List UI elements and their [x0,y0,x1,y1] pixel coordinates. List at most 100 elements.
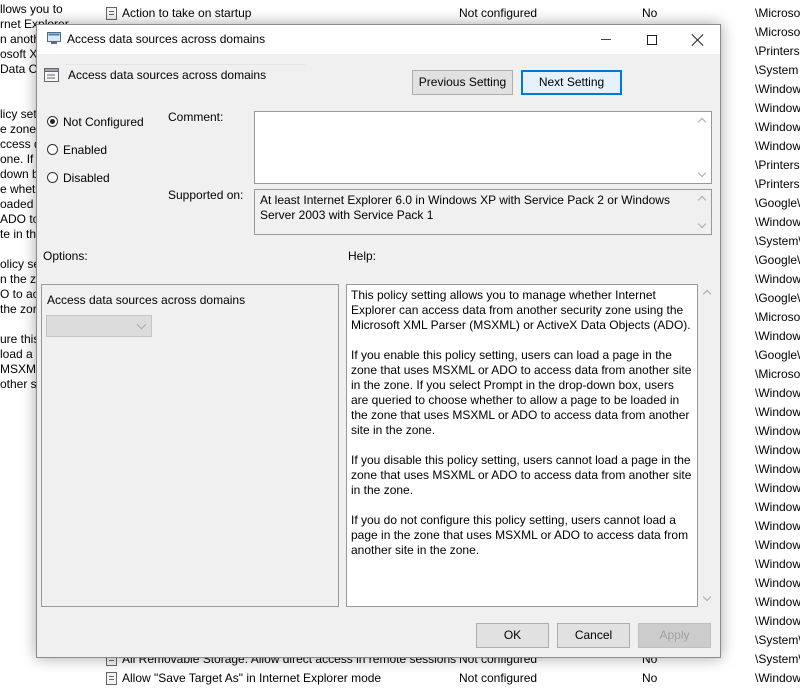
policy-state: Not configured [459,671,538,685]
policy-path: \Microso [755,25,800,39]
policy-path: \Window [755,557,800,571]
radio-indicator [47,172,58,183]
policy-path: \Window [755,443,800,457]
radio-selected-indicator [47,116,58,127]
help-paragraph: If you disable this policy setting, user… [351,453,692,497]
radio-indicator [47,144,58,155]
scroll-up-icon[interactable] [697,117,707,127]
bg-desc-line: ccess d [0,137,41,151]
bg-desc-line: load a [0,347,33,361]
ok-button[interactable]: OK [476,623,549,648]
supported-on-text: At least Internet Explorer 6.0 in Window… [260,193,670,222]
policy-row[interactable]: Allow "Save Target As" in Internet Explo… [100,669,760,688]
policy-setting-icon [106,672,117,685]
policy-path: \Window [755,519,800,533]
comment-label: Comment: [168,110,224,124]
policy-setting-icon [106,7,117,20]
bg-desc-line: ADO to [0,212,40,226]
comment-textarea[interactable] [254,111,712,184]
scroll-up-icon[interactable] [697,195,707,205]
title-bar[interactable]: Access data sources across domains [37,25,720,54]
policy-path: \Google\ [755,196,800,210]
radio-label: Not Configured [63,115,144,129]
minimize-icon [601,39,611,40]
policy-path: \Printers [755,158,800,172]
policy-path: \Microso [755,367,800,381]
bg-desc-line: e zone [0,122,37,136]
bg-desc-line: te in th [0,227,37,241]
policy-path: \System\ [755,633,800,647]
policy-setting-dialog: Access data sources across domains Acces… [36,24,721,658]
help-scrollbar[interactable] [700,284,716,607]
radio-label: Disabled [63,171,110,185]
supported-on-label: Supported on: [168,188,244,202]
policy-path: \Microso [755,310,800,324]
close-button[interactable] [675,25,721,54]
policy-path: \Window [755,82,800,96]
policy-path: \Window [755,595,800,609]
background-path-column: \Microso \Microso \Printers \System \Win… [755,0,800,690]
help-paragraph: If you do not configure this policy sett… [351,513,689,557]
policy-path: \Window [755,614,800,628]
maximize-button[interactable] [629,25,675,54]
bg-desc-line: llows you to [0,2,63,16]
previous-setting-button[interactable]: Previous Setting [412,70,513,95]
policy-path: \Window [755,538,800,552]
cancel-button[interactable]: Cancel [557,623,630,648]
help-paragraph: If you enable this policy setting, users… [351,348,692,437]
window-title: Access data sources across domains [67,32,266,46]
policy-path: \Google\ [755,291,800,305]
bg-desc-line: down b [0,167,39,181]
policy-row[interactable]: Action to take on startup Not configured… [100,4,760,23]
policy-path: \Window [755,120,800,134]
policy-path: \Google\ [755,348,800,362]
next-setting-button[interactable]: Next Setting [521,70,622,95]
scroll-down-icon[interactable] [702,592,712,602]
apply-button[interactable]: Apply [638,623,711,648]
bg-desc-line: osoft XI [0,47,41,61]
policy-path: \Window [755,481,800,495]
help-panel: This policy setting allows you to manage… [346,284,698,607]
policy-path: \Window [755,576,800,590]
policy-path: \Printers [755,177,800,191]
supported-scrollbar[interactable] [695,190,711,234]
comment-scrollbar[interactable] [695,112,711,183]
policy-path: \System\ [755,652,800,666]
bg-desc-line: n anoth [0,32,41,46]
radio-label: Enabled [63,143,108,157]
policy-setting-icon [44,68,59,82]
help-label: Help: [348,249,377,263]
policy-comment: No [642,6,658,20]
policy-path: \Window [755,215,800,229]
bg-desc-line: ure this [0,332,40,346]
policy-path: \Microso [755,6,800,20]
bg-desc-line: licy set [0,107,37,121]
policy-name: Action to take on startup [122,6,252,20]
help-text: This policy setting allows you to manage… [351,288,693,573]
scroll-down-icon[interactable] [697,219,707,229]
bg-desc-line: the zor [0,302,37,316]
close-icon [692,34,704,46]
policy-path: \Window [755,386,800,400]
maximize-icon [647,34,657,45]
policy-path: \Window [755,671,800,685]
chevron-down-icon [136,319,147,330]
policy-path: \Window [755,424,800,438]
options-panel: Access data sources across domains [41,284,339,607]
scroll-up-icon[interactable] [702,289,712,299]
policy-comment: No [642,671,658,685]
scroll-down-icon[interactable] [697,168,707,178]
header-divider [65,64,305,65]
supported-on-field: At least Internet Explorer 6.0 in Window… [254,189,712,235]
policy-path: \Google\ [755,253,800,267]
minimize-button[interactable] [583,25,629,54]
bg-desc-line: other si [0,377,40,391]
policy-path: \Window [755,329,800,343]
policy-path: \Window [755,272,800,286]
option-dropdown[interactable] [46,315,152,337]
policy-app-icon [47,32,61,44]
policy-path: \Printers [755,44,800,58]
policy-path: \System [755,63,799,77]
policy-state: Not configured [459,6,538,20]
policy-path: \Window [755,500,800,514]
